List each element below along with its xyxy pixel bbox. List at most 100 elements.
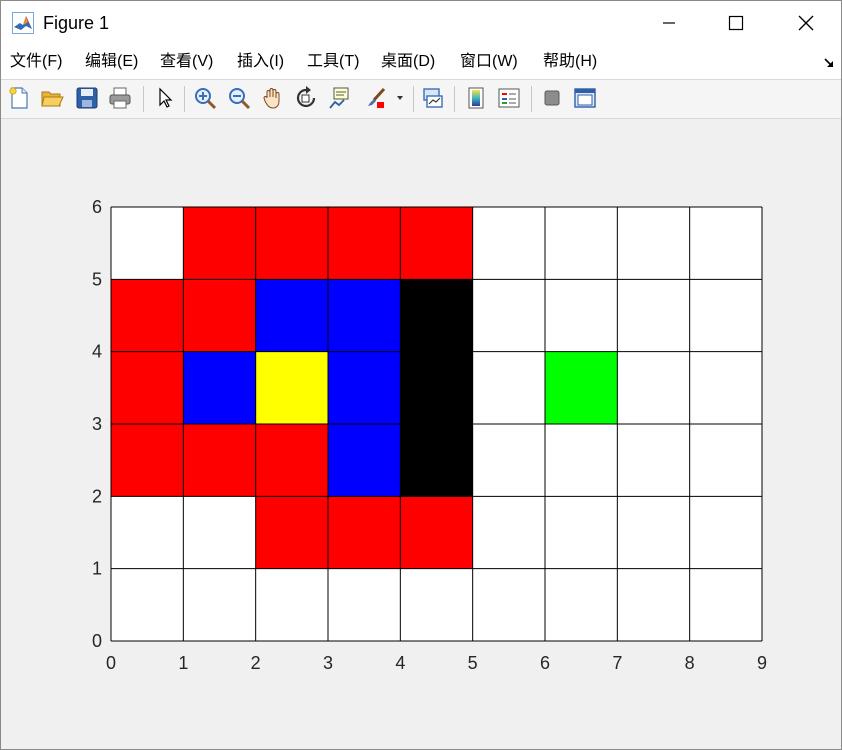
show-plot-tools-icon [574, 88, 596, 108]
grid-chart: 0 1 2 3 4 5 6 7 8 9 0 1 2 3 4 5 6 [92, 197, 767, 673]
brush-button[interactable] [363, 85, 389, 111]
zoom-out-button[interactable] [226, 85, 252, 111]
maximize-icon [728, 15, 744, 31]
toolbar-separator [143, 86, 144, 112]
brush-dropdown-button[interactable] [393, 85, 407, 111]
hide-plot-tools-button[interactable] [539, 85, 565, 111]
grid-cell [617, 424, 690, 497]
pointer-button[interactable] [152, 85, 178, 111]
save-icon [76, 87, 98, 109]
hide-plot-tools-icon [544, 90, 560, 106]
y-tick-label: 2 [92, 486, 102, 506]
grid-cell [111, 279, 184, 352]
rotate-3d-button[interactable] [293, 85, 319, 111]
y-tick-label: 5 [92, 269, 102, 289]
x-tick-label: 6 [540, 653, 550, 673]
zoom-in-button[interactable] [192, 85, 218, 111]
x-tick-label: 5 [468, 653, 478, 673]
data-cursor-button[interactable] [327, 85, 353, 111]
x-axis-ticks: 0 1 2 3 4 5 6 7 8 9 [106, 653, 767, 673]
grid-cell [183, 279, 256, 352]
grid-cell [545, 207, 618, 280]
legend-button[interactable] [496, 85, 522, 111]
grid-cell [400, 568, 473, 641]
menu-edit[interactable]: 编辑(E) [85, 52, 138, 72]
grid-cell [689, 568, 762, 641]
data-cursor-icon [329, 87, 349, 109]
grid-cell [689, 279, 762, 352]
x-tick-label: 9 [757, 653, 767, 673]
link-plot-button[interactable] [420, 85, 446, 111]
figure-window: Figure 1 文件(F) 编辑(E) 查看(V) 插入(I) 工具(T) 桌… [0, 0, 842, 750]
y-tick-label: 6 [92, 197, 102, 217]
grid-cell [255, 279, 328, 352]
grid-cell [400, 424, 473, 497]
menu-tools[interactable]: 工具(T) [307, 52, 359, 72]
zoom-in-icon [195, 88, 217, 110]
grid-cell [255, 207, 328, 280]
matlab-icon [12, 12, 34, 34]
x-tick-label: 4 [395, 653, 405, 673]
toolbar-separator [413, 86, 414, 112]
pointer-icon [159, 87, 173, 108]
y-axis-ticks: 0 1 2 3 4 5 6 [92, 197, 102, 651]
colorbar-button[interactable] [463, 85, 489, 111]
y-tick-label: 4 [92, 342, 102, 362]
close-button[interactable] [783, 1, 829, 45]
grid-cell [183, 424, 256, 497]
grid-cell [472, 207, 545, 280]
new-figure-button[interactable] [6, 85, 32, 111]
grid-cell [111, 424, 184, 497]
grid-cell [328, 568, 401, 641]
grid-cell [255, 496, 328, 569]
zoom-out-icon [229, 88, 251, 110]
minimize-icon [663, 22, 675, 24]
grid-cell [183, 207, 256, 280]
figure-toolbar [1, 79, 841, 119]
menu-view[interactable]: 查看(V) [160, 52, 213, 72]
grid-cell [328, 279, 401, 352]
save-button[interactable] [74, 85, 100, 111]
grid-cell [617, 496, 690, 569]
grid-cell [689, 496, 762, 569]
pan-button[interactable] [260, 85, 286, 111]
menu-help[interactable]: 帮助(H) [543, 52, 597, 72]
menu-insert[interactable]: 插入(I) [237, 52, 284, 72]
y-tick-label: 1 [92, 559, 102, 579]
menu-window[interactable]: 窗口(W) [460, 52, 518, 72]
close-icon [798, 15, 814, 31]
open-file-icon [41, 91, 64, 107]
grid-cell [472, 351, 545, 424]
grid-cell [689, 351, 762, 424]
grid-cell [472, 496, 545, 569]
grid-cell [472, 424, 545, 497]
x-tick-label: 0 [106, 653, 116, 673]
y-tick-label: 3 [92, 414, 102, 434]
grid-cell [183, 351, 256, 424]
x-tick-label: 8 [685, 653, 695, 673]
grid-cell [255, 424, 328, 497]
toolbar-separator [531, 86, 532, 112]
grid-cell [400, 279, 473, 352]
x-tick-label: 7 [612, 653, 622, 673]
grid-cell [183, 568, 256, 641]
minimize-button[interactable] [646, 1, 692, 45]
show-plot-tools-button[interactable] [572, 85, 598, 111]
new-figure-icon [9, 87, 28, 109]
brush-dropdown-icon [397, 96, 403, 100]
print-button[interactable] [107, 85, 133, 111]
dock-arrow-icon[interactable] [823, 57, 835, 69]
grid-cell [400, 207, 473, 280]
grid-cell [111, 568, 184, 641]
grid-cell [255, 568, 328, 641]
open-file-button[interactable] [39, 85, 65, 111]
menu-desktop[interactable]: 桌面(D) [381, 52, 435, 72]
pan-hand-icon [263, 88, 280, 109]
y-tick-label: 0 [92, 631, 102, 651]
menu-file[interactable]: 文件(F) [10, 52, 62, 72]
grid-cell [617, 351, 690, 424]
maximize-button[interactable] [713, 1, 759, 45]
legend-icon [498, 88, 520, 108]
grid-cell [183, 496, 256, 569]
grid-cell [400, 351, 473, 424]
